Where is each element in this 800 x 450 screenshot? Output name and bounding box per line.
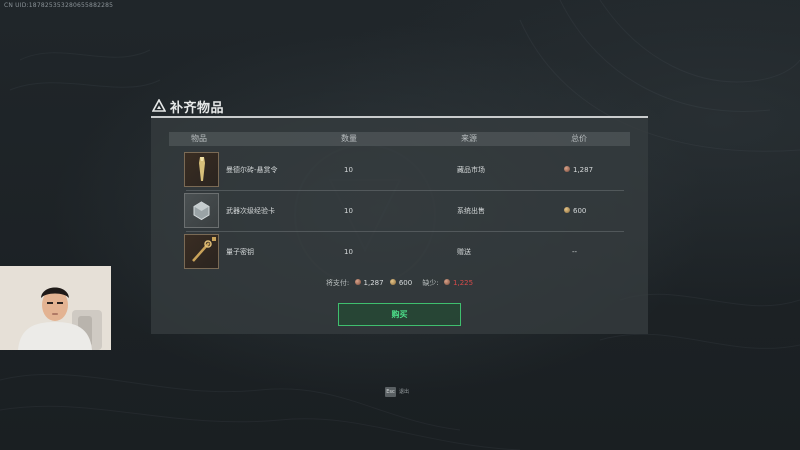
player-uid: CN UID:187825353280655882285 — [4, 2, 114, 9]
table-row[interactable]: 量子密钥 10 赠送 -- — [184, 232, 624, 272]
shortage-label: 缺少: — [422, 279, 439, 287]
copper-coin-icon — [564, 166, 570, 172]
item-name: 量子密钥 — [226, 248, 254, 256]
quantum-key-icon — [184, 234, 219, 269]
price-value: 1,287 — [573, 166, 594, 174]
restock-items-dialog: 物品 数量 来源 总价 曼德尔砖-悬赏令 10 藏品市场 1,287 武器次级经… — [151, 116, 648, 334]
buy-button[interactable]: 购买 — [338, 303, 461, 326]
price-value: 600 — [573, 207, 587, 215]
item-name: 武器次级经验卡 — [226, 207, 275, 215]
item-source: 藏品市场 — [457, 166, 485, 174]
gold-coin-icon — [564, 207, 570, 213]
esc-key-button[interactable]: Esc — [385, 387, 396, 397]
table-row[interactable]: 武器次级经验卡 10 系统出售 600 — [184, 191, 624, 231]
golden-bullet-icon — [184, 152, 219, 187]
gold-coin-icon — [389, 279, 396, 285]
table-row[interactable]: 曼德尔砖-悬赏令 10 藏品市场 1,287 — [184, 150, 624, 190]
pay-gold-value: 600 — [398, 279, 413, 287]
pay-label: 将支付: — [325, 279, 350, 287]
shortage-value: 1,225 — [453, 279, 474, 287]
webcam-overlay — [0, 266, 111, 350]
item-price: 1,287 — [564, 150, 593, 190]
dialog-header: 补齐物品 — [150, 96, 648, 116]
pay-copper-value: 1,287 — [363, 279, 384, 287]
copper-coin-icon — [354, 279, 361, 285]
item-source: 系统出售 — [457, 207, 485, 215]
game-screen: CN UID:187825353280655882285 补齐物品 物品 数量 … — [0, 0, 800, 450]
header-quantity: 数量 — [341, 134, 357, 143]
header-item: 物品 — [191, 134, 207, 143]
item-source: 赠送 — [457, 248, 471, 256]
hexagon-card-icon — [184, 193, 219, 228]
copper-coin-icon — [444, 279, 451, 285]
item-price: -- — [572, 248, 578, 256]
header-total: 总价 — [571, 134, 587, 143]
warning-triangle-icon — [152, 99, 166, 112]
table-header: 物品 数量 来源 总价 — [169, 132, 630, 146]
item-quantity: 10 — [344, 207, 353, 215]
payment-summary: 将支付: 1,287 600 缺少: 1,225 — [151, 278, 648, 292]
item-quantity: 10 — [344, 166, 353, 174]
header-source: 来源 — [461, 134, 477, 143]
item-name: 曼德尔砖-悬赏令 — [226, 166, 278, 174]
esc-label: 退出 — [399, 389, 410, 395]
streamer-image — [0, 266, 111, 350]
item-price: 600 — [564, 191, 586, 231]
dialog-title: 补齐物品 — [170, 101, 225, 116]
item-quantity: 10 — [344, 248, 353, 256]
